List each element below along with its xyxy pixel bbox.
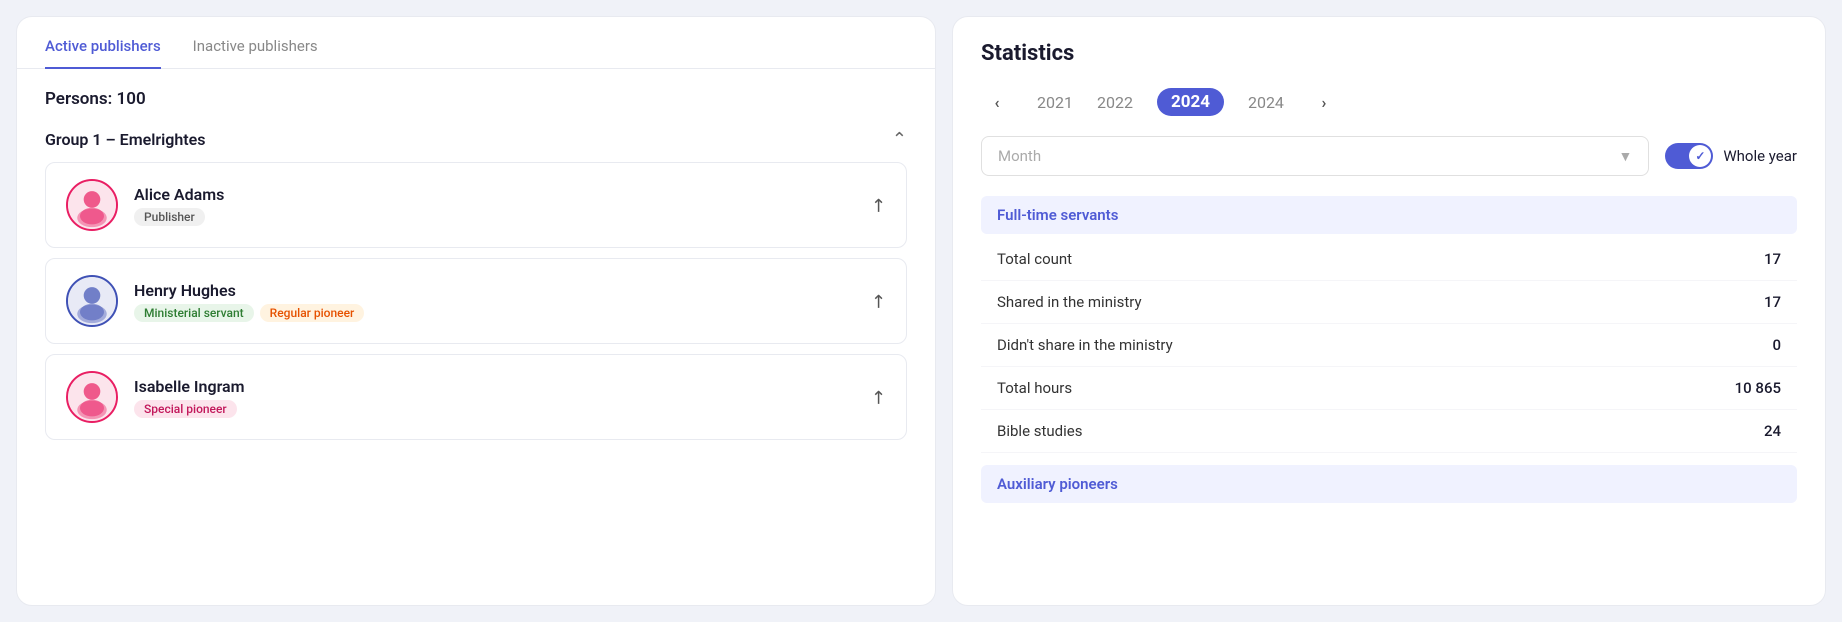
link-arrow-icon[interactable]: ↗ [866, 384, 892, 410]
stat-value: 17 [1764, 250, 1781, 268]
badge-publisher: Publisher [134, 208, 205, 226]
avatar-male-icon [68, 277, 116, 325]
stat-row-total-hours: Total hours 10 865 [981, 367, 1797, 410]
person-card[interactable]: Henry Hughes Ministerial servant Regular… [45, 258, 907, 344]
person-info: Isabelle Ingram Special pioneer [134, 377, 855, 418]
avatar [66, 371, 118, 423]
person-card[interactable]: Isabelle Ingram Special pioneer ↗ [45, 354, 907, 440]
person-name: Isabelle Ingram [134, 377, 855, 396]
stat-value: 17 [1764, 293, 1781, 311]
checkmark-icon: ✓ [1695, 149, 1705, 163]
section-auxiliary-pioneers: Auxiliary pioneers [981, 465, 1797, 503]
year-2024-next[interactable]: 2024 [1248, 93, 1284, 112]
person-badges: Special pioneer [134, 400, 855, 418]
month-placeholder: Month [998, 147, 1041, 165]
toggle-knob: ✓ [1689, 145, 1711, 167]
stat-row-didnt-share: Didn't share in the ministry 0 [981, 324, 1797, 367]
avatar-female-icon [68, 373, 116, 421]
stat-label: Total count [997, 250, 1072, 268]
stats-title: Statistics [981, 41, 1797, 66]
left-panel: Active publishers Inactive publishers Pe… [16, 16, 936, 606]
group-header: Group 1 – Emelrightes ⌃ [45, 129, 907, 150]
tab-active-publishers[interactable]: Active publishers [45, 37, 161, 69]
badge-regular-pioneer: Regular pioneer [260, 304, 365, 322]
stat-row-shared: Shared in the ministry 17 [981, 281, 1797, 324]
chevron-up-icon[interactable]: ⌃ [892, 129, 907, 150]
stat-label: Bible studies [997, 422, 1082, 440]
stat-row-total-count: Total count 17 [981, 238, 1797, 281]
whole-year-label: Whole year [1723, 147, 1797, 165]
person-list: Alice Adams Publisher ↗ [45, 162, 907, 440]
person-name: Alice Adams [134, 185, 855, 204]
stat-label: Didn't share in the ministry [997, 336, 1173, 354]
dropdown-arrow-icon: ▼ [1618, 148, 1632, 165]
persons-count: Persons: 100 [45, 89, 907, 109]
person-badges: Publisher [134, 208, 855, 226]
next-year-button[interactable]: › [1308, 86, 1340, 118]
year-nav: ‹ 2021 2022 2024 2024 › [981, 86, 1797, 118]
filter-row: Month ▼ ✓ Whole year [981, 136, 1797, 176]
whole-year-toggle[interactable]: ✓ [1665, 143, 1713, 169]
badge-special-pioneer: Special pioneer [134, 400, 237, 418]
stat-value: 24 [1764, 422, 1781, 440]
year-2021[interactable]: 2021 [1037, 93, 1073, 112]
whole-year-toggle-row: ✓ Whole year [1665, 143, 1797, 169]
year-2024-active[interactable]: 2024 [1157, 88, 1224, 116]
year-2022[interactable]: 2022 [1097, 93, 1133, 112]
avatar-female-icon [68, 181, 116, 229]
person-badges: Ministerial servant Regular pioneer [134, 304, 855, 322]
group-title: Group 1 – Emelrightes [45, 130, 206, 149]
avatar [66, 275, 118, 327]
person-name: Henry Hughes [134, 281, 855, 300]
stat-label: Shared in the ministry [997, 293, 1142, 311]
person-info: Alice Adams Publisher [134, 185, 855, 226]
tab-inactive-publishers[interactable]: Inactive publishers [193, 37, 318, 69]
prev-year-button[interactable]: ‹ [981, 86, 1013, 118]
section-full-time-servants: Full-time servants [981, 196, 1797, 234]
badge-ministerial-servant: Ministerial servant [134, 304, 254, 322]
avatar [66, 179, 118, 231]
right-panel: Statistics ‹ 2021 2022 2024 2024 › Month… [952, 16, 1826, 606]
stat-label: Total hours [997, 379, 1072, 397]
stat-value: 10 865 [1735, 379, 1781, 397]
link-arrow-icon[interactable]: ↗ [866, 192, 892, 218]
person-info: Henry Hughes Ministerial servant Regular… [134, 281, 855, 322]
stat-value: 0 [1772, 336, 1781, 354]
person-card[interactable]: Alice Adams Publisher ↗ [45, 162, 907, 248]
tabs-bar: Active publishers Inactive publishers [17, 17, 935, 69]
month-select[interactable]: Month ▼ [981, 136, 1649, 176]
stat-row-bible-studies: Bible studies 24 [981, 410, 1797, 453]
left-content: Persons: 100 Group 1 – Emelrightes ⌃ [17, 69, 935, 605]
link-arrow-icon[interactable]: ↗ [866, 288, 892, 314]
